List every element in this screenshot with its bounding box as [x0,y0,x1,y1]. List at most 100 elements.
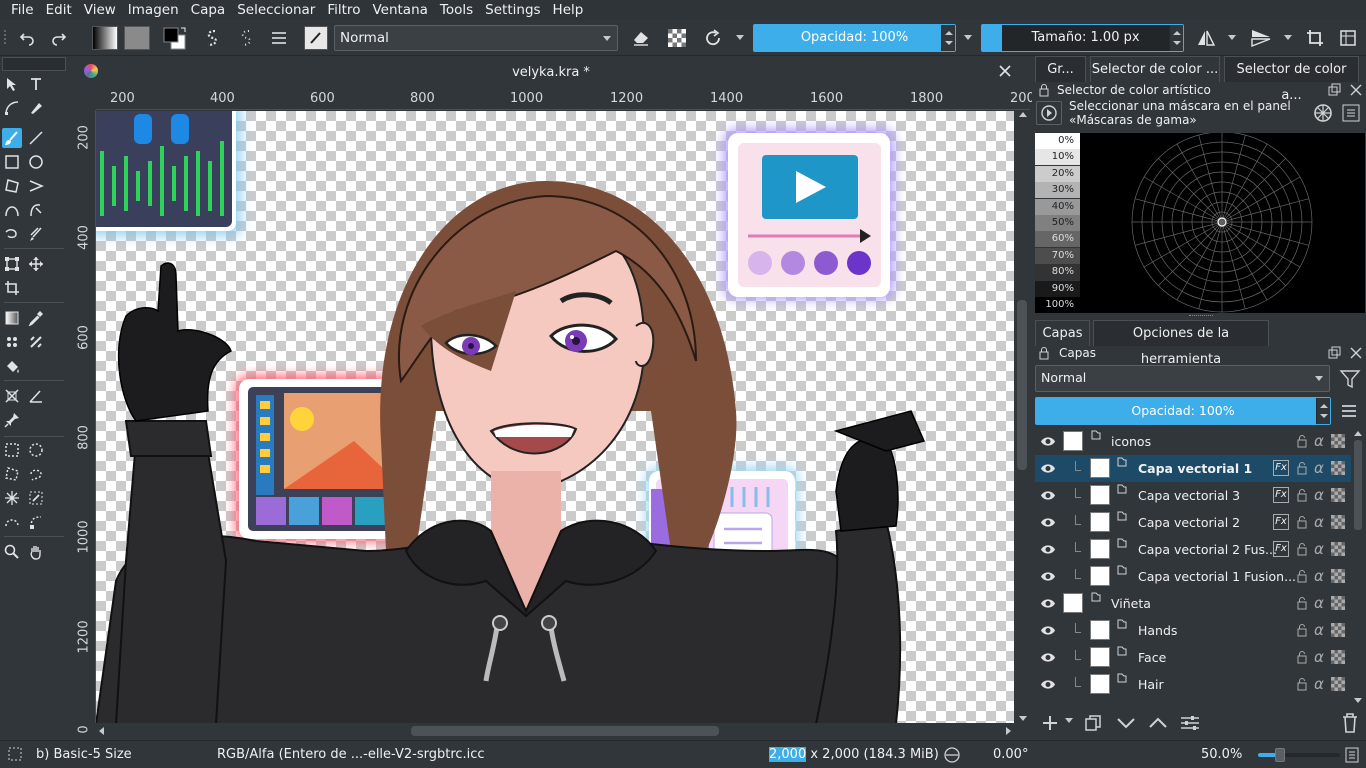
add-layer-dropdown-icon[interactable] [1065,718,1073,724]
multibrush-icon[interactable] [26,224,46,244]
alpha-lock-icon[interactable]: α [1314,621,1324,639]
toolbar-handle[interactable] [3,25,7,51]
visibility-eye-icon[interactable] [1040,598,1056,609]
move-layer-up-icon[interactable] [1147,713,1169,733]
polygon-select-icon[interactable] [2,464,22,484]
zoom-level[interactable]: 50.0% [1201,747,1242,762]
layer-row[interactable]: Capa vectorial 2 Fus... Fx α [1035,536,1351,563]
menu-file[interactable]: File [5,0,40,20]
image-dimensions[interactable]: 2,000 x 2,000 (184.3 MiB) [769,747,939,762]
brush-preset-icon[interactable] [201,25,223,51]
layer-lock-icon[interactable] [1296,677,1308,691]
alpha-lock-icon[interactable]: α [1314,486,1324,504]
opacity-slider[interactable]: Opacidad: 100% [753,24,956,52]
pass-through-icon[interactable] [1331,596,1345,610]
inherit-alpha-icon[interactable] [1331,569,1345,583]
freehand-select-icon[interactable] [26,464,46,484]
inherit-alpha-icon[interactable] [1331,488,1345,502]
visibility-eye-icon[interactable] [1040,625,1056,636]
bezier-select-icon[interactable] [2,512,22,532]
layer-row[interactable]: Capa vectorial 2 Fx α [1035,509,1351,536]
layer-filter-icon[interactable] [1339,368,1361,390]
grayscale-step[interactable]: 70% [1035,247,1080,264]
layer-row[interactable]: Capa vectorial 1 Fx α [1035,455,1351,482]
inherit-alpha-icon[interactable] [1331,677,1345,691]
zoom-slider[interactable] [1258,748,1340,762]
layers-scrollbar[interactable] [1351,428,1365,706]
layer-lock-icon[interactable] [1296,515,1308,529]
freehand-brush-icon[interactable] [2,128,22,148]
gamut-mask-button[interactable] [1036,101,1062,125]
mirror-horizontal-icon[interactable] [1195,25,1217,51]
dynamic-brush-icon[interactable] [2,224,22,244]
delete-layer-icon[interactable] [1340,712,1360,734]
move-tool-icon[interactable] [26,254,46,274]
alpha-lock-icon[interactable]: α [1314,513,1324,531]
layer-opacity-slider[interactable]: Opacidad: 100% [1035,397,1331,425]
layer-name[interactable]: Hair [1138,677,1164,692]
color-profile[interactable]: RGB/Alfa (Entero de ...-elle-V2-srgbtrc.… [217,747,485,762]
layer-name[interactable]: iconos [1111,434,1151,449]
visibility-eye-icon[interactable] [1040,436,1056,447]
layer-lock-icon[interactable] [1296,434,1308,448]
crop-tool-icon[interactable] [2,278,22,298]
visibility-eye-icon[interactable] [1040,544,1056,555]
menu-edit[interactable]: Edit [40,0,78,20]
mirror-h-dropdown-icon[interactable] [1226,25,1238,51]
layer-styles-fx-icon[interactable]: Fx [1273,487,1289,503]
tab-tool-options[interactable]: Opciones de la herramienta [1093,320,1269,367]
layer-name[interactable]: Capa vectorial 2 Fus... [1138,542,1277,557]
rotation-icon[interactable] [942,746,962,764]
layer-styles-fx-icon[interactable]: Fx [1273,541,1289,557]
menu-filtro[interactable]: Filtro [321,0,366,20]
calligraphy-icon[interactable] [26,98,46,118]
menu-imagen[interactable]: Imagen [122,0,185,20]
inherit-alpha-icon[interactable] [1331,650,1345,664]
grayscale-step[interactable]: 0% [1035,133,1080,149]
reference-images-icon[interactable] [2,410,22,430]
menu-settings[interactable]: Settings [479,0,546,20]
lock-icon[interactable] [1037,346,1051,360]
grayscale-step[interactable]: 80% [1035,264,1080,281]
menu-tools[interactable]: Tools [434,0,479,20]
mirror-vertical-icon[interactable] [1249,25,1273,51]
layer-blend-select[interactable]: Normal [1035,365,1330,392]
text-tool-icon[interactable] [26,74,46,94]
gradient-selector[interactable] [91,25,119,51]
brush-editor-icon[interactable] [303,25,329,51]
layer-name[interactable]: Face [1138,650,1166,665]
inherit-alpha-icon[interactable] [1331,623,1345,637]
close-docker-icon[interactable] [1349,346,1363,360]
layer-name[interactable]: Viñeta [1111,596,1151,611]
rectangle-tool-icon[interactable] [2,152,22,172]
layer-name[interactable]: Capa vectorial 1 [1138,461,1252,476]
reload-preset-icon[interactable] [702,25,724,51]
alpha-lock-icon[interactable]: α [1314,675,1324,693]
pattern-selector[interactable] [123,25,151,51]
line-tool-icon[interactable] [26,128,46,148]
visibility-eye-icon[interactable] [1040,571,1056,582]
layer-name[interactable]: Capa vectorial 3 [1138,488,1240,503]
tab-layers[interactable]: Capas [1035,320,1090,346]
float-docker-icon[interactable] [1327,83,1341,97]
ellipse-select-icon[interactable] [26,440,46,460]
undo-icon[interactable] [16,25,38,51]
alpha-lock-icon[interactable]: α [1314,594,1324,612]
brush-name[interactable]: b) Basic-5 Size [36,747,132,762]
alpha-lock-icon[interactable]: α [1314,567,1324,585]
menu-seleccionar[interactable]: Seleccionar [231,0,321,20]
alpha-lock-icon[interactable] [666,25,688,51]
bezier-tool-icon[interactable] [2,200,22,220]
alpha-lock-icon[interactable]: α [1314,459,1324,477]
inherit-alpha-icon[interactable] [1331,542,1345,556]
layer-row[interactable]: Capa vectorial 1 Fusion... α [1035,563,1351,590]
grayscale-step[interactable]: 20% [1035,165,1080,182]
freehand-path-icon[interactable] [26,200,46,220]
visibility-eye-icon[interactable] [1040,652,1056,663]
float-docker-icon[interactable] [1327,346,1341,360]
polyline-tool-icon[interactable] [26,176,46,196]
alpha-lock-icon[interactable]: α [1314,648,1324,666]
layer-name[interactable]: Capa vectorial 2 [1138,515,1240,530]
select-shapes-icon[interactable] [2,74,22,94]
lock-icon[interactable] [1037,83,1051,97]
